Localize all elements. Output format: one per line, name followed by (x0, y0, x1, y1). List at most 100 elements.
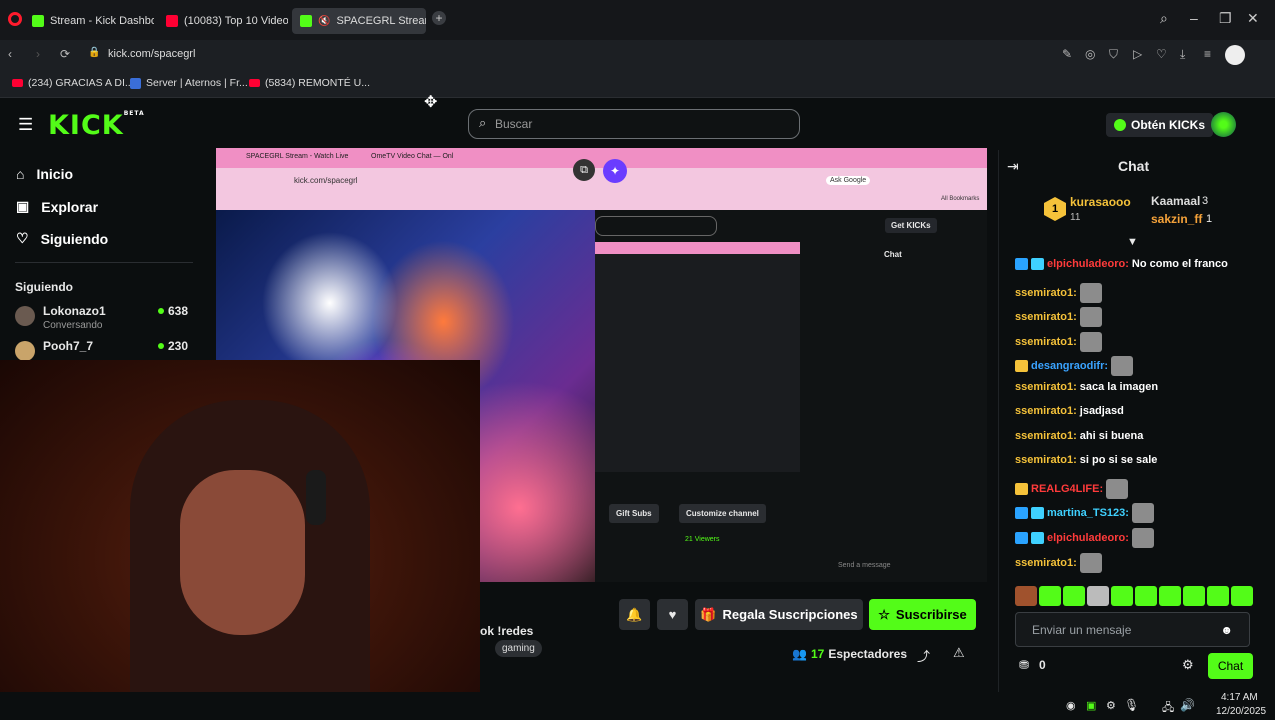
edit-icon[interactable]: ✎ (1062, 47, 1072, 61)
url-field[interactable]: kick.com/spacegrl (108, 48, 195, 60)
emoji-icon[interactable]: ☻ (1220, 623, 1233, 637)
chat-username[interactable]: ssemirato1: (1015, 454, 1077, 466)
heart-icon[interactable]: ♡ (1156, 47, 1167, 61)
emote-icon[interactable] (1207, 586, 1229, 606)
tab-kick-dashboard[interactable]: Stream - Kick Dashboard (24, 8, 154, 34)
chat-username[interactable]: ssemirato1: (1015, 430, 1077, 442)
chat-username[interactable]: ssemirato1: (1015, 381, 1077, 393)
sparkle-icon[interactable]: ✦ (603, 159, 627, 183)
clock-time[interactable]: 4:17 AM (1221, 692, 1258, 703)
copy-icon[interactable]: ⧉ (573, 159, 595, 181)
hamburger-menu-icon[interactable]: ☰ (18, 115, 33, 135)
tab-spacegrl[interactable]: 🔇 SPACEGRL Stream - W (292, 8, 426, 34)
follow-button[interactable]: ♥ (657, 599, 688, 630)
camera-icon[interactable]: ◎ (1085, 47, 1095, 61)
maximize-button[interactable]: ❐ (1219, 10, 1232, 27)
avatar (15, 306, 35, 326)
emote-icon[interactable] (1111, 586, 1133, 606)
chat-settings-icon[interactable]: ⚙ (1182, 657, 1194, 673)
download-icon[interactable]: ⤓ (1180, 47, 1185, 62)
chat-username[interactable]: ssemirato1: (1015, 405, 1077, 417)
bookmark-item[interactable]: Server | Aternos | Fr... (130, 77, 248, 89)
play-icon[interactable]: ▷ (1133, 47, 1142, 61)
tray-icon[interactable]: ◉ (1066, 699, 1076, 712)
top-gifter-badge: 1 (1044, 197, 1066, 221)
lock-icon: 🔒 (88, 47, 101, 58)
menu-icon[interactable]: ≡ (1204, 47, 1211, 61)
headphones (306, 470, 326, 525)
chat-username[interactable]: elpichuladeoro: (1047, 258, 1129, 270)
home-icon: ⌂ (16, 166, 25, 182)
user-avatar[interactable] (1211, 112, 1236, 137)
chat-username[interactable]: desangraodifr: (1031, 360, 1108, 372)
emote-icon[interactable] (1135, 586, 1157, 606)
get-kicks-button[interactable]: Obtén KICKs (1106, 113, 1214, 137)
sidebar-item-explorar[interactable]: ▣ Explorar (16, 198, 98, 215)
tray-icon[interactable]: ▣ (1086, 699, 1096, 712)
report-icon[interactable]: ⚠ (953, 645, 965, 661)
opera-logo-icon[interactable] (8, 12, 22, 26)
chat-message-input[interactable]: Enviar un mensaje ☻ (1015, 612, 1250, 647)
network-icon[interactable]: 🖧 (1162, 699, 1174, 718)
chat-username[interactable]: REALG4LIFE: (1031, 483, 1103, 495)
kick-logo[interactable]: KICKBETA (48, 110, 145, 141)
kick-icon (300, 15, 312, 27)
emote-icon[interactable] (1015, 586, 1037, 606)
search-tabs-icon[interactable]: ⌕ (1160, 10, 1168, 27)
emote-icon[interactable] (1159, 586, 1181, 606)
close-window-button[interactable]: ✕ (1247, 10, 1259, 27)
move-cursor-icon: ✥ (424, 94, 438, 111)
browser-tab-bar: Stream - Kick Dashboard (10083) Top 10 V… (0, 0, 1275, 40)
aternos-icon (130, 77, 141, 89)
emote-icon[interactable] (1231, 586, 1253, 606)
leader-name[interactable]: sakzin_ff (1151, 212, 1202, 226)
reload-icon[interactable]: ⟳ (60, 47, 70, 61)
emote-icon[interactable] (1039, 586, 1061, 606)
chat-username[interactable]: ssemirato1: (1015, 287, 1077, 299)
emote-icon[interactable] (1087, 586, 1109, 606)
chat-username[interactable]: elpichuladeoro: (1047, 532, 1129, 544)
new-tab-button[interactable]: + (432, 11, 446, 25)
sidebar-item-inicio[interactable]: ⌂ Inicio (16, 166, 73, 182)
chat-username[interactable]: ssemirato1: (1015, 311, 1077, 323)
send-chat-button[interactable]: Chat (1208, 653, 1253, 679)
bookmark-item[interactable]: (234) GRACIAS A DI... (12, 77, 134, 89)
chat-username[interactable]: ssemirato1: (1015, 557, 1077, 569)
shield-icon[interactable]: ⛉ (1109, 47, 1118, 62)
collapse-chat-icon[interactable]: ⇥ (1007, 158, 1019, 175)
search-input[interactable]: ⌕ Buscar (468, 109, 800, 139)
leader-count: 3 (1202, 195, 1209, 207)
share-icon[interactable]: ⤴ (917, 646, 930, 665)
viewers-icon: 👥 (792, 647, 807, 661)
chat-username[interactable]: martina_TS123: (1047, 507, 1129, 519)
volume-icon[interactable]: 🔊 (1180, 698, 1195, 712)
points-icon[interactable]: ⛃ (1019, 658, 1029, 672)
expand-leaderboard-icon[interactable]: ▼ (1127, 236, 1138, 248)
emote-icon[interactable] (1183, 586, 1205, 606)
microphone-icon[interactable]: 🎙 (1124, 698, 1139, 712)
chat-username[interactable]: ssemirato1: (1015, 336, 1077, 348)
emote-bar (1015, 586, 1253, 606)
clock-date: 12/20/2025 (1216, 706, 1267, 717)
bookmarks-bar: (234) GRACIAS A DI... Server | Aternos |… (0, 70, 1275, 98)
sidebar-item-siguiendo[interactable]: ♡ Siguiendo (16, 230, 108, 247)
back-icon[interactable]: ‹ (8, 47, 12, 61)
top-gifter-name[interactable]: kurasaooo (1070, 195, 1131, 209)
notifications-button[interactable]: 🔔 (619, 599, 650, 630)
mute-icon[interactable]: 🔇 (318, 16, 330, 27)
profile-avatar[interactable] (1225, 45, 1245, 65)
viewers-count: 17 (810, 647, 825, 661)
minimize-button[interactable]: – (1190, 10, 1198, 26)
emote-icon[interactable] (1063, 586, 1085, 606)
forward-icon[interactable]: › (36, 47, 40, 61)
subscribe-button[interactable]: ☆ Suscribirse (869, 599, 976, 630)
following-channel[interactable]: Lokonazo1 Conversando 638 (15, 302, 193, 336)
bookmark-item[interactable]: (5834) REMONTÉ U... (249, 77, 370, 89)
crown-badge-icon (1015, 483, 1028, 495)
tab-youtube[interactable]: (10083) Top 10 Videos De (158, 8, 288, 34)
inner-address-bar: kick.com/spacegrl Ask Google All Bookmar… (216, 168, 987, 210)
leader-name[interactable]: Kaamaal (1151, 194, 1200, 208)
steam-icon[interactable]: ⚙ (1106, 699, 1116, 712)
tag-gaming[interactable]: gaming (495, 640, 542, 657)
gift-subs-button[interactable]: 🎁 Regala Suscripciones (695, 599, 863, 630)
